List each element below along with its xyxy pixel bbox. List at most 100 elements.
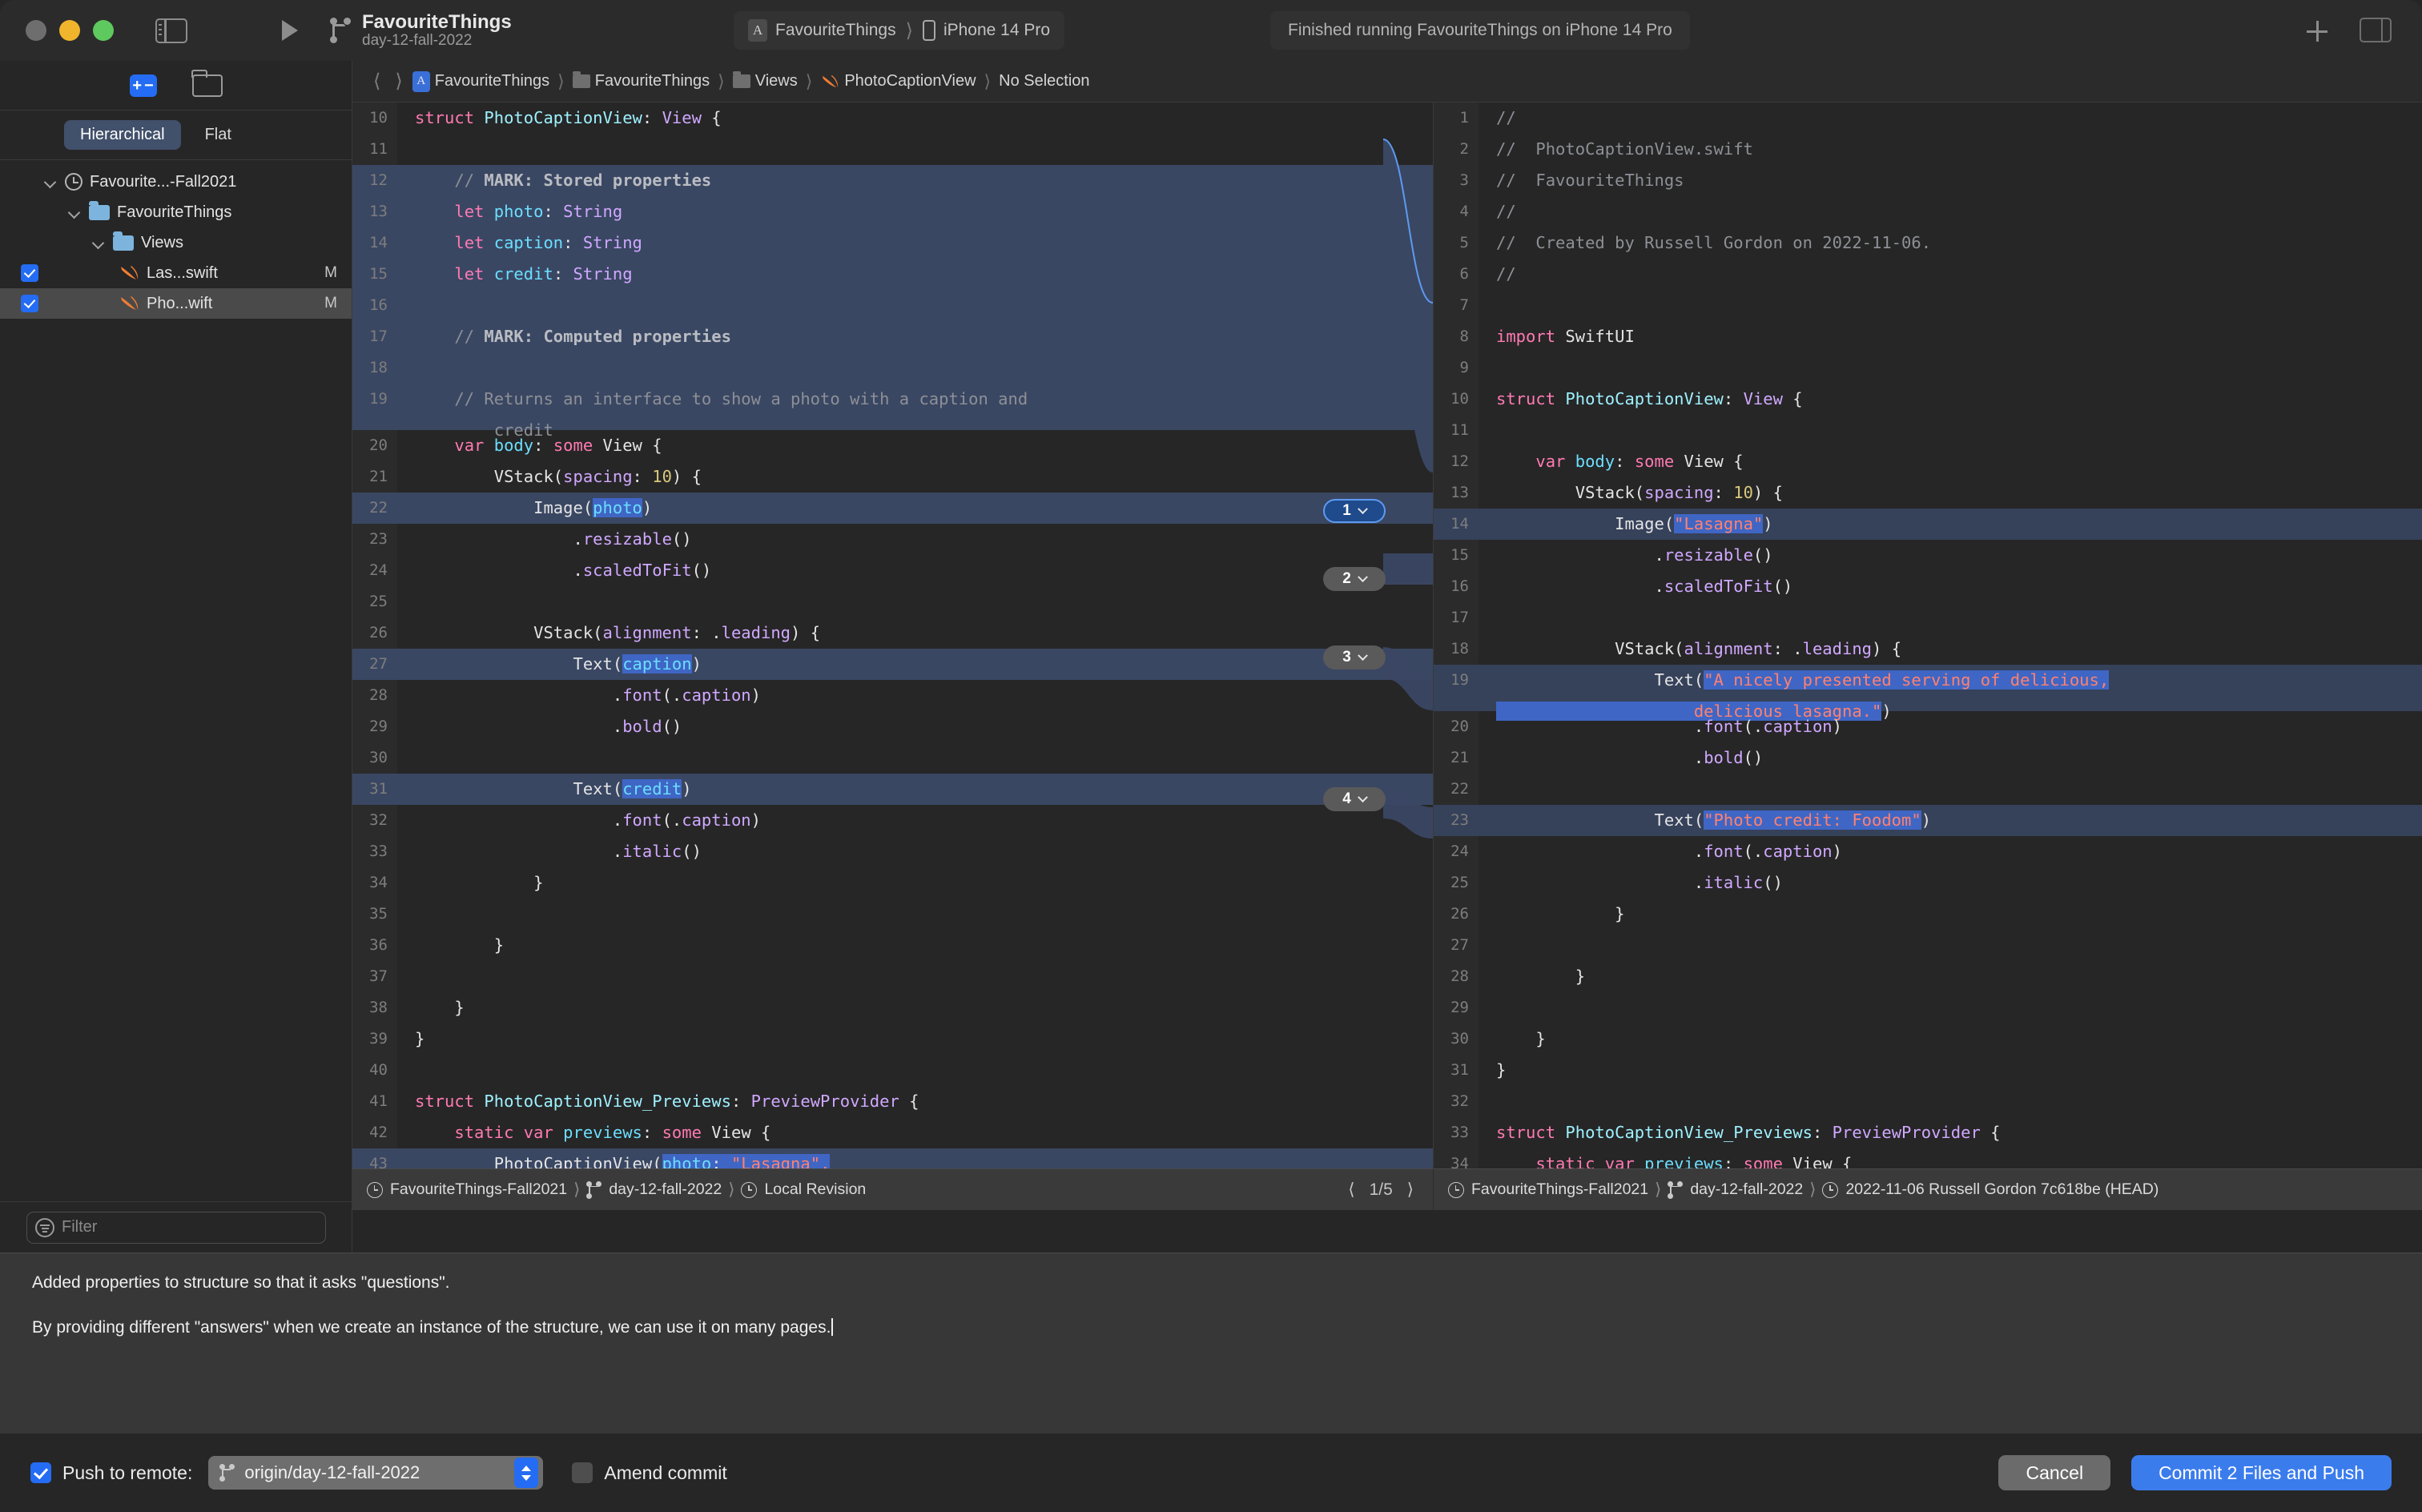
chevron-down-icon[interactable] <box>1358 792 1368 802</box>
left-branch-name[interactable]: day-12-fall-2022 <box>609 1180 722 1199</box>
code-line[interactable]: 13 let photo: String <box>352 196 1433 227</box>
code-line[interactable]: 1// <box>1434 103 2422 134</box>
code-line[interactable]: 17 // MARK: Computed properties <box>352 321 1433 352</box>
breadcrumb-item-1[interactable]: FavouriteThings <box>595 72 710 90</box>
code-line[interactable]: 37 <box>352 961 1433 992</box>
chevron-down-icon[interactable] <box>1358 650 1368 661</box>
code-line[interactable]: 25 .italic() <box>1434 867 2422 899</box>
chevron-down-icon[interactable] <box>45 175 58 188</box>
zoom-window-button[interactable] <box>93 20 114 41</box>
code-line[interactable]: 12 var body: some View { <box>1434 446 2422 477</box>
code-line[interactable]: 33 .italic() <box>352 836 1433 867</box>
close-window-button[interactable] <box>26 20 46 41</box>
code-line[interactable]: 24 .scaledToFit() <box>352 555 1433 586</box>
code-line[interactable]: 40 <box>352 1055 1433 1086</box>
scheme-destination-chip[interactable]: A FavouriteThings ⟩ iPhone 14 Pro <box>734 11 1064 50</box>
right-repo-name[interactable]: FavouriteThings-Fall2021 <box>1471 1180 1648 1199</box>
chevron-down-icon[interactable] <box>1358 572 1368 582</box>
left-source-code[interactable]: 10struct PhotoCaptionView: View {1112 //… <box>352 103 1433 1210</box>
forward-navigation-icon[interactable]: ⟩ <box>390 70 407 93</box>
code-line[interactable]: 42 static var previews: some View { <box>352 1117 1433 1148</box>
code-line[interactable]: 20 var body: some View { <box>352 430 1433 461</box>
left-revision-label[interactable]: Local Revision <box>764 1180 866 1199</box>
code-line[interactable]: 28 } <box>1434 961 2422 992</box>
code-line[interactable]: 22 Image(photo) <box>352 493 1433 524</box>
minimize-window-button[interactable] <box>59 20 80 41</box>
code-line[interactable]: 23 Text("Photo credit: Foodom") <box>1434 805 2422 836</box>
code-line[interactable]: 7 <box>1434 290 2422 321</box>
code-line[interactable]: 29 <box>1434 992 2422 1023</box>
stage-file-checkbox[interactable] <box>21 264 38 282</box>
code-line[interactable]: 28 .font(.caption) <box>352 680 1433 711</box>
code-line[interactable]: 8import SwiftUI <box>1434 321 2422 352</box>
breadcrumb-item-2[interactable]: Views <box>755 72 798 90</box>
code-line[interactable]: 19 Text("A nicely presented serving of d… <box>1434 665 2422 711</box>
folder-filter-icon[interactable] <box>192 74 223 97</box>
chevron-down-icon[interactable] <box>1358 504 1368 514</box>
right-code-pane[interactable]: 1//2// PhotoCaptionView.swift3// Favouri… <box>1434 103 2422 1210</box>
segment-flat[interactable]: Flat <box>189 120 247 150</box>
right-source-code[interactable]: 1//2// PhotoCaptionView.swift3// Favouri… <box>1434 103 2422 1210</box>
code-line[interactable]: 11 <box>1434 415 2422 446</box>
amend-commit-checkbox[interactable] <box>572 1462 593 1483</box>
code-line[interactable]: 16 <box>352 290 1433 321</box>
code-line[interactable]: 20 .font(.caption) <box>1434 711 2422 742</box>
change-marker-2[interactable]: 2 <box>1323 567 1386 591</box>
run-button-icon[interactable] <box>282 20 298 41</box>
chevron-updown-icon[interactable] <box>514 1458 538 1488</box>
tree-item-group-views[interactable]: Views <box>0 227 352 258</box>
code-line[interactable]: 25 <box>352 586 1433 617</box>
remote-branch-select[interactable]: origin/day-12-fall-2022 <box>208 1456 543 1490</box>
code-line[interactable]: 26 VStack(alignment: .leading) { <box>352 617 1433 649</box>
code-line[interactable]: 14 let caption: String <box>352 227 1433 259</box>
code-line[interactable]: 26 } <box>1434 899 2422 930</box>
code-line[interactable]: 32 <box>1434 1086 2422 1117</box>
code-line[interactable]: 5// Created by Russell Gordon on 2022-11… <box>1434 227 2422 259</box>
code-line[interactable]: 31 Text(credit) <box>352 774 1433 805</box>
code-line[interactable]: 33struct PhotoCaptionView_Previews: Prev… <box>1434 1117 2422 1148</box>
change-marker-4[interactable]: 4 <box>1323 787 1386 811</box>
segment-hierarchical[interactable]: Hierarchical <box>64 120 181 150</box>
code-line[interactable]: 19 // Returns an interface to show a pho… <box>352 384 1433 430</box>
code-line[interactable]: 4// <box>1434 196 2422 227</box>
change-marker-1[interactable]: 1 <box>1323 499 1386 523</box>
project-title-block[interactable]: FavouriteThings day-12-fall-2022 <box>362 12 512 49</box>
code-line[interactable]: 30 } <box>1434 1023 2422 1055</box>
code-line[interactable]: 18 <box>352 352 1433 384</box>
tree-item-file-lasagna[interactable]: Las...swift M <box>0 258 352 288</box>
code-line[interactable]: 2// PhotoCaptionView.swift <box>1434 134 2422 165</box>
code-line[interactable]: 27 <box>1434 930 2422 961</box>
code-line[interactable]: 16 .scaledToFit() <box>1434 571 2422 602</box>
back-navigation-icon[interactable]: ⟨ <box>368 70 385 93</box>
previous-revision-icon[interactable]: ⟨ <box>1348 1180 1354 1200</box>
code-line[interactable]: 34 } <box>352 867 1433 899</box>
stage-file-checkbox[interactable] <box>21 295 38 312</box>
left-repo-name[interactable]: FavouriteThings-Fall2021 <box>390 1180 567 1199</box>
breadcrumb-item-4[interactable]: No Selection <box>999 72 1089 90</box>
tree-item-repository[interactable]: Favourite...-Fall2021 <box>0 167 352 197</box>
chevron-down-icon[interactable] <box>69 206 82 219</box>
code-line[interactable]: 3// FavouriteThings <box>1434 165 2422 196</box>
code-line[interactable]: 21 .bold() <box>1434 742 2422 774</box>
code-line[interactable]: 27 Text(caption) <box>352 649 1433 680</box>
code-line[interactable]: 32 .font(.caption) <box>352 805 1433 836</box>
tree-item-group-favouritethings[interactable]: FavouriteThings <box>0 197 352 227</box>
code-line[interactable]: 12 // MARK: Stored properties <box>352 165 1433 196</box>
breadcrumb-item-3[interactable]: PhotoCaptionView <box>844 72 976 90</box>
code-line[interactable]: 24 .font(.caption) <box>1434 836 2422 867</box>
activity-status-bar[interactable]: Finished running FavouriteThings on iPho… <box>1270 11 1690 50</box>
chevron-down-icon[interactable] <box>93 236 106 249</box>
tree-item-file-photocaptionview[interactable]: Pho...wift M <box>0 288 352 319</box>
toggle-inspector-icon[interactable] <box>2360 18 2392 42</box>
code-line[interactable]: 36 } <box>352 930 1433 961</box>
changes-filter-icon[interactable]: +− <box>130 74 157 97</box>
right-commit-info[interactable]: 2022-11-06 Russell Gordon 7c618be (HEAD) <box>1845 1180 2158 1199</box>
code-line[interactable]: 23 .resizable() <box>352 524 1433 555</box>
code-line[interactable]: 18 VStack(alignment: .leading) { <box>1434 633 2422 665</box>
cancel-button[interactable]: Cancel <box>1998 1455 2110 1490</box>
code-line[interactable]: 6// <box>1434 259 2422 290</box>
filter-input[interactable]: Filter <box>26 1212 326 1244</box>
code-line[interactable]: 15 let credit: String <box>352 259 1433 290</box>
code-line[interactable]: 38 } <box>352 992 1433 1023</box>
code-line[interactable]: 29 .bold() <box>352 711 1433 742</box>
